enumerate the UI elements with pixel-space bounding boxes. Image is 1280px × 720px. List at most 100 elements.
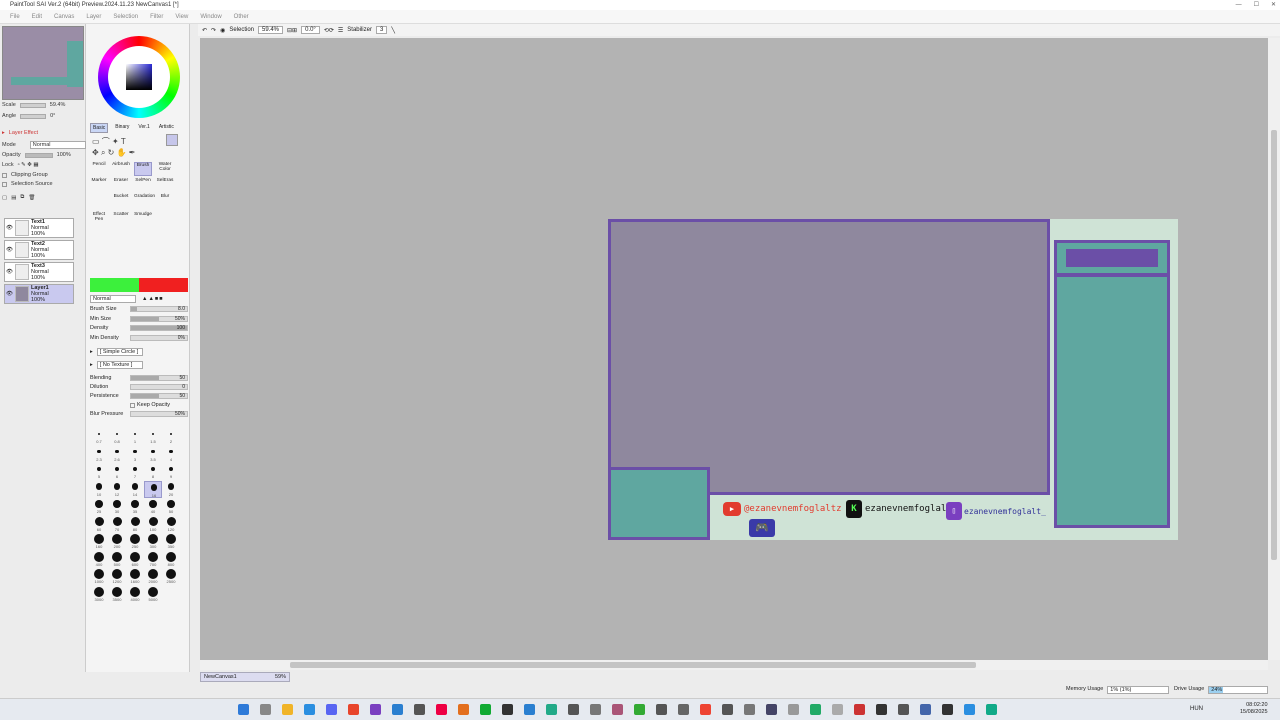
param-slider[interactable]: 50 <box>130 375 188 381</box>
taskbar-app-icon[interactable] <box>502 704 513 715</box>
new-layer-icon[interactable]: ▢ <box>2 195 7 201</box>
layer-item-text1[interactable]: 👁 Text1 Normal 100% <box>4 218 74 238</box>
brush-size-preset[interactable]: 300 <box>144 533 162 550</box>
undo-icon[interactable]: ↶ <box>202 27 207 34</box>
taskbar-app-icon[interactable] <box>634 704 645 715</box>
menu-selection[interactable]: Selection <box>113 10 138 23</box>
color-wheel[interactable] <box>98 36 180 118</box>
param-slider[interactable]: 0% <box>130 334 188 341</box>
vertical-scroll-thumb[interactable] <box>1271 130 1277 560</box>
zoom-icon[interactable]: ⌕ <box>101 148 105 157</box>
texture-select[interactable]: [ No Texture ] <box>96 361 143 369</box>
taskbar-app-icon[interactable] <box>942 704 953 715</box>
layer-item-text3[interactable]: 👁 Text3 Normal 100% <box>4 262 74 282</box>
brush-size-preset[interactable]: 2 <box>162 428 180 445</box>
rotate-icon[interactable]: ↻ <box>108 148 115 157</box>
artboard[interactable]: ▶ @ezanevnemfoglaltz K ezanevnemfoglalt … <box>608 219 1178 540</box>
primary-secondary-swatch[interactable] <box>90 278 188 292</box>
taskbar-app-icon[interactable] <box>876 704 887 715</box>
taskbar-app-icon[interactable] <box>370 704 381 715</box>
brush-size-preset[interactable]: 30 <box>108 498 126 515</box>
brush-size-preset[interactable]: 6 <box>108 463 126 480</box>
canvas-area[interactable]: ▶ @ezanevnemfoglaltz K ezanevnemfoglalt … <box>200 38 1268 660</box>
brush-size-preset[interactable]: 2000 <box>144 568 162 585</box>
visibility-eye-icon[interactable]: 👁 <box>6 247 13 253</box>
brush-size-preset[interactable]: 40 <box>144 498 162 515</box>
rotate-buttons[interactable]: ⟲⟳ <box>324 27 334 34</box>
scale-slider[interactable] <box>19 102 46 108</box>
horizontal-scroll-thumb[interactable] <box>290 662 976 668</box>
tool-selpen[interactable]: SelPen <box>134 178 152 192</box>
tab-basic[interactable]: Basic <box>90 123 109 133</box>
angle-field[interactable]: 0.0° <box>301 26 320 34</box>
brush-shape-select[interactable]: [ Simple Circle ] <box>96 348 143 356</box>
brush-size-preset[interactable]: 5 <box>90 463 108 480</box>
menu-edit[interactable]: Edit <box>32 10 42 23</box>
taskbar-app-icon[interactable] <box>436 704 447 715</box>
brush-shape-icons[interactable]: ▲▲■■ <box>142 296 164 302</box>
tool-gradation[interactable]: Gradation <box>134 194 155 208</box>
brush-mode-select[interactable]: Normal <box>90 295 136 303</box>
visibility-eye-icon[interactable]: 👁 <box>6 225 13 231</box>
move-icon[interactable]: ✥ <box>92 148 99 157</box>
tool-pencil[interactable]: Pencil <box>90 162 108 176</box>
brush-size-preset[interactable]: 80 <box>126 516 144 533</box>
taskbar-app-icon[interactable] <box>788 704 799 715</box>
language-indicator[interactable]: HUN <box>1190 706 1203 712</box>
brush-size-preset[interactable]: 250 <box>126 533 144 550</box>
horizontal-scrollbar[interactable] <box>200 660 1268 670</box>
brush-size-preset[interactable]: 12 <box>108 481 126 498</box>
tool-scatter[interactable]: Scatter <box>112 212 130 226</box>
tab-binary[interactable]: Binary <box>113 123 131 133</box>
taskbar-app-icon[interactable] <box>854 704 865 715</box>
vertical-scrollbar[interactable] <box>1268 38 1280 660</box>
opacity-slider[interactable] <box>24 152 53 158</box>
magic-wand-icon[interactable]: ✦ <box>112 137 119 146</box>
param-slider[interactable]: 0 <box>130 384 188 390</box>
brush-size-preset[interactable]: 700 <box>144 551 162 568</box>
keep-opacity-row[interactable]: Keep Opacity <box>90 402 188 408</box>
brush-size-preset[interactable]: 0.7 <box>90 428 108 445</box>
tool-brush[interactable]: Brush <box>134 162 152 176</box>
brush-size-preset[interactable]: 200 <box>108 533 126 550</box>
brush-size-preset[interactable]: 3 <box>126 446 144 463</box>
taskbar-app-icon[interactable] <box>964 704 975 715</box>
brush-size-preset[interactable]: 1600 <box>126 568 144 585</box>
brush-size-preset[interactable]: 35 <box>126 498 144 515</box>
redo-icon[interactable]: ↷ <box>211 27 216 34</box>
brush-size-preset[interactable]: 400 <box>90 551 108 568</box>
taskbar-app-icon[interactable] <box>722 704 733 715</box>
brush-size-preset[interactable]: 500 <box>108 551 126 568</box>
brush-size-preset[interactable]: 100 <box>144 516 162 533</box>
brush-size-preset[interactable]: 5000 <box>144 586 162 603</box>
menu-view[interactable]: View <box>175 10 188 23</box>
eyedropper-icon[interactable]: ✒ <box>129 148 136 157</box>
taskbar-app-icon[interactable] <box>260 704 271 715</box>
menu-layer[interactable]: Layer <box>86 10 101 23</box>
menu-filter[interactable]: Filter <box>150 10 163 23</box>
brush-size-preset[interactable]: 120 <box>162 516 180 533</box>
taskbar-app-icon[interactable] <box>348 704 359 715</box>
mode-select[interactable]: Normal <box>29 141 86 149</box>
delete-layer-icon[interactable]: 🗑 <box>28 195 35 201</box>
taskbar-app-icon[interactable] <box>590 704 601 715</box>
canvas-tab[interactable]: NewCanvas1 59% <box>200 672 290 682</box>
minimize-icon[interactable]: — <box>1236 0 1242 10</box>
brush-size-preset[interactable]: 1200 <box>108 568 126 585</box>
layer-item-text2[interactable]: 👁 Text2 Normal 100% <box>4 240 74 260</box>
taskbar-app-icon[interactable] <box>480 704 491 715</box>
brush-size-preset[interactable]: 9 <box>162 463 180 480</box>
brush-size-preset[interactable]: 4 <box>162 446 180 463</box>
brush-size-preset[interactable]: 14 <box>126 481 144 498</box>
brush-size-preset[interactable]: 2500 <box>162 568 180 585</box>
param-slider[interactable]: 8.0 <box>130 306 188 312</box>
selection-source-row[interactable]: Selection Source <box>2 181 53 187</box>
text-tool-icon[interactable]: T <box>121 137 126 146</box>
brush-size-preset[interactable]: 3000 <box>90 586 108 603</box>
tab-ver1[interactable]: Ver.1 <box>136 123 151 133</box>
taskbar-app-icon[interactable] <box>656 704 667 715</box>
current-color-swatch[interactable] <box>166 134 178 146</box>
taskbar-app-icon[interactable] <box>524 704 535 715</box>
taskbar-app-icon[interactable] <box>392 704 403 715</box>
tool-effect-pen[interactable]: Effect Pen <box>90 212 108 226</box>
